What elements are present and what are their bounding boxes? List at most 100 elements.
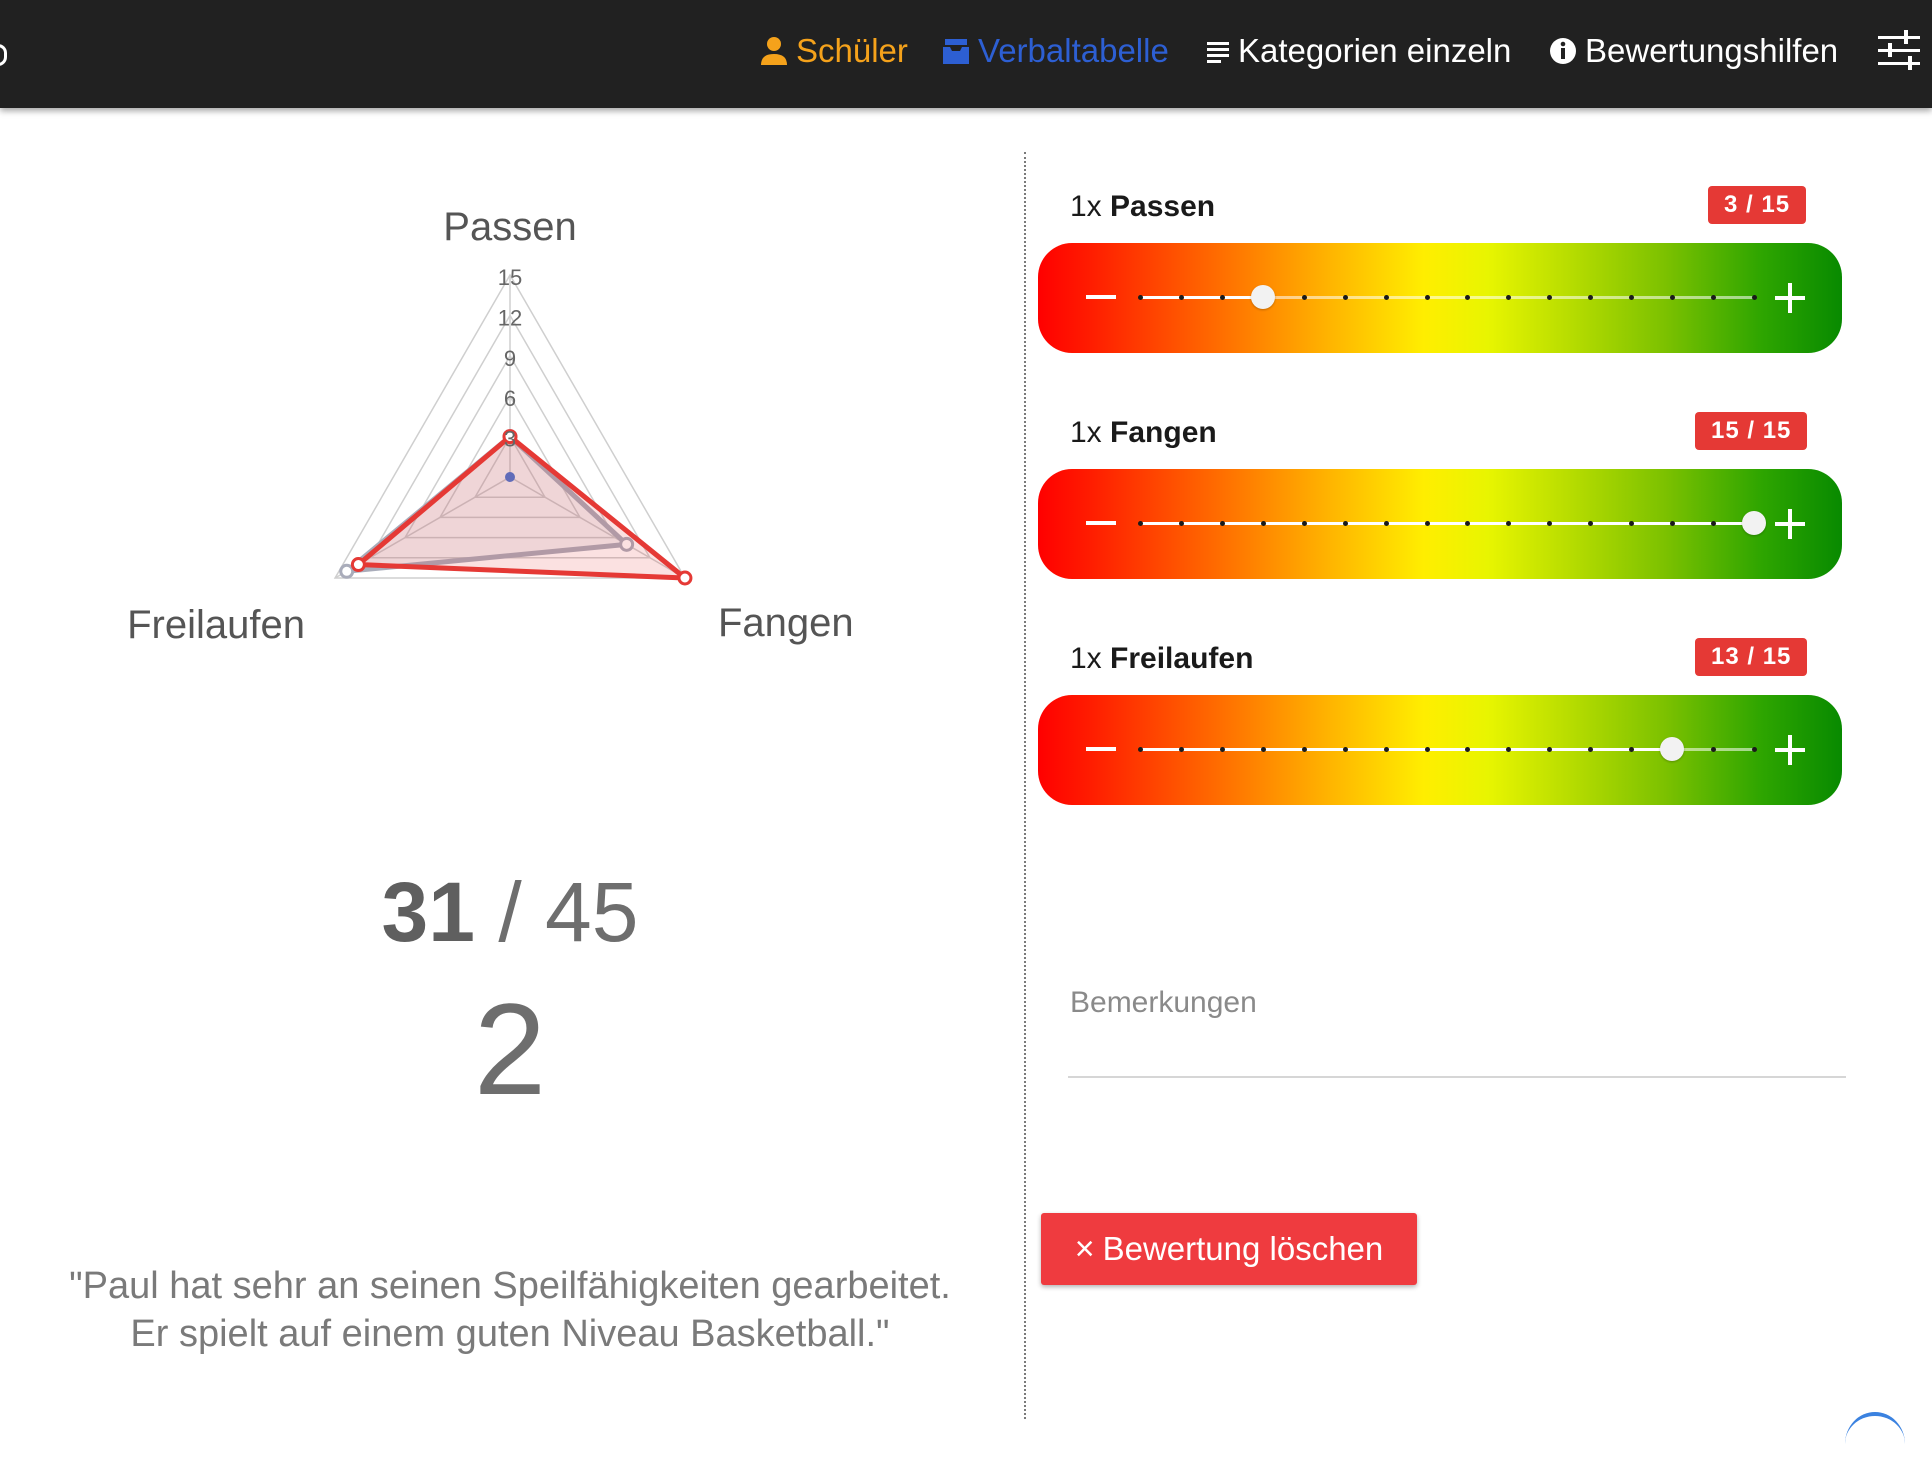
slider-tick — [1138, 295, 1143, 300]
radar-series-point — [677, 570, 693, 586]
slider-tick — [1260, 747, 1266, 752]
category-multiplier: 1x — [1070, 416, 1102, 449]
nav-bewertungshilfen[interactable]: Bewertungshilfen — [1549, 30, 1838, 72]
radar-axis-label: Fangen — [718, 601, 854, 645]
slider-tick — [1629, 521, 1635, 526]
slider-tick — [1301, 295, 1307, 300]
remarks-input[interactable] — [1068, 1030, 1846, 1078]
radar-tick-label: 6 — [504, 386, 516, 411]
nav-schueler[interactable]: Schüler — [760, 30, 908, 72]
slider-thumb[interactable] — [1660, 737, 1685, 761]
nav-bewertungshilfen-label: Bewertungshilfen — [1585, 32, 1839, 69]
radar-axis-label: Passen — [443, 205, 576, 249]
slider-tick — [1711, 295, 1717, 300]
nav-verbaltabelle[interactable]: Verbaltabelle — [942, 30, 1169, 72]
grade: 2 — [473, 976, 547, 1122]
slider-tick — [1424, 521, 1430, 526]
slider-tick — [1342, 747, 1348, 752]
slider-tick — [1752, 747, 1757, 752]
radar-svg: 3 6 9 12 15 Passen Fangen Freilaufen — [127, 205, 854, 647]
decrement-button[interactable] — [1086, 521, 1116, 525]
radar-tick-label: 3 — [504, 427, 516, 452]
slider-tick — [1342, 295, 1348, 300]
slider-tick — [1383, 295, 1389, 300]
fab-edge[interactable] — [1845, 1412, 1905, 1476]
slider-track[interactable] — [1138, 511, 1766, 535]
slider-tick — [1342, 521, 1348, 526]
slider-tick — [1506, 521, 1512, 526]
slider-tick — [1588, 295, 1594, 300]
top-navbar: Schüler Verbaltabelle Kategorien einzeln… — [0, 0, 1932, 108]
category-multiplier: 1x — [1070, 642, 1102, 675]
radar-tick-label: 9 — [504, 346, 516, 371]
slider-fill — [1140, 522, 1754, 525]
score-separator: / — [498, 865, 522, 959]
slider-tick — [1383, 521, 1389, 526]
radar-tick-label: 12 — [498, 305, 522, 330]
close-icon: × — [1074, 1229, 1095, 1268]
score-badge-fangen: 15 / 15 — [1695, 412, 1808, 450]
increment-button[interactable] — [1775, 735, 1805, 765]
slider-tick — [1711, 521, 1717, 526]
slider-thumb[interactable] — [1742, 511, 1766, 535]
slider-tick — [1424, 295, 1430, 300]
comment-line-1: "Paul hat sehr an seinen Speilfähigkeite… — [69, 1265, 951, 1307]
slider-tick — [1424, 747, 1430, 752]
slider-tick — [1138, 521, 1143, 526]
list-icon — [1207, 42, 1229, 63]
category-title-passen: 1x Passen — [1070, 190, 1215, 224]
category-name: Fangen — [1110, 416, 1217, 449]
radar-chart: 3 6 9 12 15 Passen Fangen Freilaufen — [0, 180, 1000, 700]
decrement-button[interactable] — [1086, 747, 1116, 751]
nav-kategorien-label: Kategorien einzeln — [1238, 32, 1512, 69]
slider-tick — [1178, 747, 1184, 752]
increment-button[interactable] — [1775, 509, 1805, 539]
slider-tick — [1178, 521, 1184, 526]
slider-thumb[interactable] — [1250, 285, 1275, 309]
total-score: 31 / 45 — [0, 870, 1020, 954]
slider-tick — [1260, 521, 1266, 526]
slider-tick — [1588, 521, 1594, 526]
radar-axis-label: Freilaufen — [127, 603, 305, 647]
archive-icon — [943, 39, 969, 64]
radar-series-point — [350, 557, 366, 573]
slider-tick — [1219, 295, 1225, 300]
slider-tick — [1301, 747, 1307, 752]
slider-tick — [1219, 521, 1225, 526]
increment-button[interactable] — [1775, 283, 1805, 313]
delete-rating-label: Bewertung löschen — [1102, 1230, 1384, 1267]
sliders-icon[interactable] — [1876, 28, 1922, 74]
nav-kategorien-einzeln[interactable]: Kategorien einzeln — [1206, 30, 1511, 72]
nav-schueler-label: Schüler — [796, 32, 908, 69]
slider-tick — [1547, 747, 1553, 752]
radar-series-area — [355, 434, 688, 581]
slider-tick — [1547, 295, 1553, 300]
slider-tick — [1670, 521, 1676, 526]
category-multiplier: 1x — [1070, 190, 1102, 223]
person-icon — [761, 37, 787, 65]
score-badge-passen: 3 / 15 — [1708, 186, 1807, 224]
nav-logo-stub[interactable] — [0, 44, 7, 66]
info-icon — [1550, 38, 1576, 64]
slider-bar-passen — [1038, 243, 1842, 353]
slider-tick — [1588, 747, 1594, 752]
score-total: 31 — [381, 865, 475, 959]
slider-tick — [1711, 747, 1717, 752]
score-badge-freilaufen: 13 / 15 — [1695, 638, 1808, 676]
category-title-fangen: 1x Fangen — [1070, 416, 1217, 450]
verbal-comment: "Paul hat sehr an seinen Speilfähigkeite… — [0, 1262, 1020, 1358]
slider-tick — [1465, 521, 1471, 526]
delete-rating-button[interactable]: × Bewertung löschen — [1041, 1213, 1417, 1285]
slider-tick — [1629, 747, 1635, 752]
slider-track[interactable] — [1138, 285, 1757, 309]
category-title-freilaufen: 1x Freilaufen — [1070, 642, 1253, 676]
slider-tick — [1465, 747, 1471, 752]
slider-tick — [1219, 747, 1225, 752]
slider-tick — [1178, 295, 1184, 300]
slider-track[interactable] — [1138, 737, 1757, 761]
score-max: 45 — [545, 865, 639, 959]
decrement-button[interactable] — [1086, 295, 1116, 299]
nav-verbaltabelle-label: Verbaltabelle — [978, 32, 1169, 69]
radar-series-point — [339, 563, 355, 579]
slider-tick — [1138, 747, 1143, 752]
